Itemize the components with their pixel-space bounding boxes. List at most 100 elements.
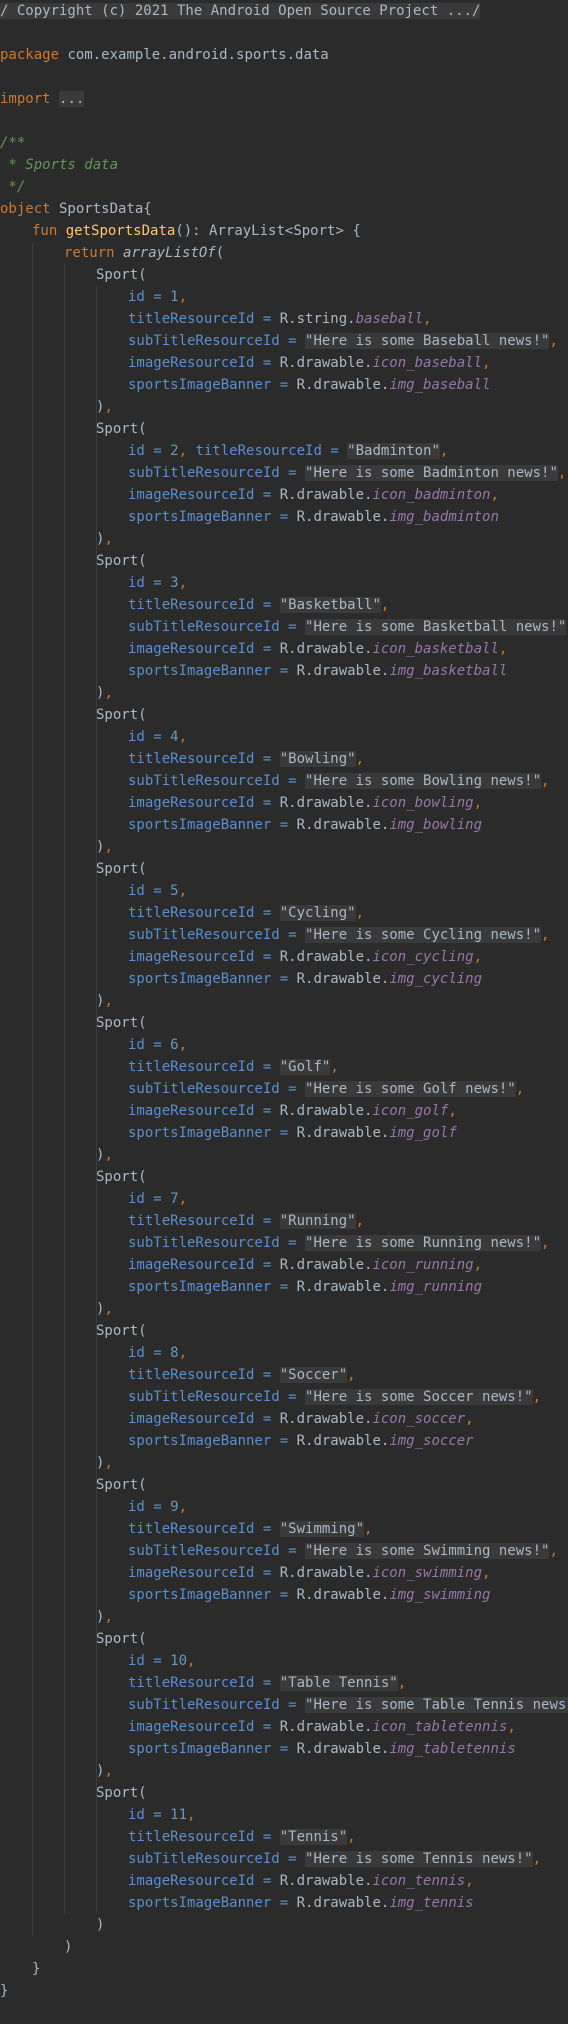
code-line[interactable]: titleResourceId = "Cycling", xyxy=(128,902,364,924)
code-line[interactable]: sportsImageBanner = R.drawable.img_cycli… xyxy=(128,968,482,990)
code-line[interactable]: titleResourceId = "Tennis", xyxy=(128,1826,356,1848)
code-line[interactable]: imageResourceId = R.drawable.icon_bowlin… xyxy=(128,792,482,814)
code-line[interactable]: } xyxy=(32,1958,40,1980)
code-token: "Here is some Golf news!" xyxy=(305,1081,516,1097)
code-line[interactable]: sportsImageBanner = R.drawable.img_bowli… xyxy=(128,814,482,836)
code-line[interactable]: imageResourceId = R.drawable.icon_tablet… xyxy=(128,1716,516,1738)
code-line[interactable]: id = 6, xyxy=(128,1034,187,1056)
code-line[interactable]: ), xyxy=(96,990,113,1012)
code-line[interactable]: titleResourceId = "Basketball", xyxy=(128,594,389,616)
code-line[interactable]: sportsImageBanner = R.drawable.img_badmi… xyxy=(128,506,499,528)
code-line[interactable]: object SportsData{ xyxy=(0,198,152,220)
code-line[interactable]: subTitleResourceId = "Here is some Bowli… xyxy=(128,770,549,792)
code-line[interactable]: ), xyxy=(96,396,113,418)
code-line[interactable]: imageResourceId = R.drawable.icon_swimmi… xyxy=(128,1562,490,1584)
code-line[interactable]: ), xyxy=(96,1606,113,1628)
code-line[interactable]: subTitleResourceId = "Here is some Baske… xyxy=(128,616,568,638)
code-line[interactable]: imageResourceId = R.drawable.icon_basket… xyxy=(128,638,507,660)
code-token: "Here is some Bowling news!" xyxy=(305,773,542,789)
code-line[interactable]: titleResourceId = "Swimming", xyxy=(128,1518,372,1540)
code-token: , xyxy=(397,1675,407,1691)
code-line[interactable]: Sport( xyxy=(96,1166,147,1188)
code-line[interactable]: Sport( xyxy=(96,858,147,880)
code-line[interactable]: sportsImageBanner = R.drawable.img_swimm… xyxy=(128,1584,490,1606)
code-token: titleResourceId xyxy=(128,1367,255,1383)
code-line[interactable]: subTitleResourceId = "Here is some Table… xyxy=(128,1694,568,1716)
code-line[interactable]: imageResourceId = R.drawable.icon_runnin… xyxy=(128,1254,482,1276)
code-line[interactable]: id = 7, xyxy=(128,1188,187,1210)
code-line[interactable]: Sport( xyxy=(96,418,147,440)
code-line[interactable]: package com.example.android.sports.data xyxy=(0,44,329,66)
code-editor[interactable]: / Copyright (c) 2021 The Android Open So… xyxy=(0,0,568,2024)
code-line[interactable]: ), xyxy=(96,836,113,858)
code-line[interactable]: sportsImageBanner = R.drawable.img_socce… xyxy=(128,1430,474,1452)
code-line[interactable]: imageResourceId = R.drawable.icon_soccer… xyxy=(128,1408,474,1430)
code-line[interactable]: id = 10, xyxy=(128,1650,195,1672)
code-line[interactable]: imageResourceId = R.drawable.icon_golf, xyxy=(128,1100,457,1122)
code-line[interactable]: subTitleResourceId = "Here is some Cycli… xyxy=(128,924,549,946)
code-line[interactable]: Sport( xyxy=(96,1628,147,1650)
code-line[interactable]: subTitleResourceId = "Here is some Golf … xyxy=(128,1078,524,1100)
code-line[interactable]: Sport( xyxy=(96,550,147,572)
code-line[interactable]: titleResourceId = "Soccer", xyxy=(128,1364,356,1386)
code-line[interactable]: id = 4, xyxy=(128,726,187,748)
code-line[interactable]: imageResourceId = R.drawable.icon_badmin… xyxy=(128,484,499,506)
code-line[interactable]: ), xyxy=(96,528,113,550)
code-line[interactable]: Sport( xyxy=(96,1320,147,1342)
code-token: icon_tabletennis xyxy=(372,1719,508,1735)
code-line[interactable]: subTitleResourceId = "Here is some Badmi… xyxy=(128,462,566,484)
code-line[interactable]: titleResourceId = "Table Tennis", xyxy=(128,1672,406,1694)
code-line[interactable]: titleResourceId = "Bowling", xyxy=(128,748,364,770)
code-line[interactable]: Sport( xyxy=(96,1474,147,1496)
code-token: sportsImageBanner xyxy=(128,1741,272,1757)
code-line[interactable]: imageResourceId = R.drawable.icon_baseba… xyxy=(128,352,490,374)
code-line[interactable]: subTitleResourceId = "Here is some Socce… xyxy=(128,1386,541,1408)
code-line[interactable]: titleResourceId = "Golf", xyxy=(128,1056,339,1078)
code-line[interactable]: Sport( xyxy=(96,264,147,286)
code-line[interactable]: imageResourceId = R.drawable.icon_cyclin… xyxy=(128,946,482,968)
code-line[interactable]: ), xyxy=(96,682,113,704)
code-line[interactable]: id = 2, titleResourceId = "Badminton", xyxy=(128,440,448,462)
code-line[interactable]: titleResourceId = R.string.baseball, xyxy=(128,308,431,330)
code-line[interactable]: id = 3, xyxy=(128,572,187,594)
code-line[interactable]: Sport( xyxy=(96,1012,147,1034)
code-line[interactable]: sportsImageBanner = R.drawable.img_tenni… xyxy=(128,1892,474,1914)
code-token: , xyxy=(355,905,365,921)
code-line[interactable]: sportsImageBanner = R.drawable.img_runni… xyxy=(128,1276,482,1298)
code-line[interactable]: id = 5, xyxy=(128,880,187,902)
code-token: "Here is some Soccer news!" xyxy=(305,1389,533,1405)
code-line[interactable]: Sport( xyxy=(96,1782,147,1804)
code-line[interactable]: /** xyxy=(0,132,25,154)
code-line[interactable]: id = 9, xyxy=(128,1496,187,1518)
code-token: icon_cycling xyxy=(372,949,474,965)
code-line[interactable]: Sport( xyxy=(96,704,147,726)
code-line[interactable]: sportsImageBanner = R.drawable.img_golf xyxy=(128,1122,457,1144)
code-line[interactable]: sportsImageBanner = R.drawable.img_baseb… xyxy=(128,374,490,396)
code-line[interactable]: return arrayListOf( xyxy=(64,242,224,264)
code-line[interactable]: import ... xyxy=(0,88,85,110)
code-line[interactable]: subTitleResourceId = "Here is some Runni… xyxy=(128,1232,549,1254)
code-line[interactable]: ) xyxy=(96,1914,104,1936)
code-line[interactable]: ), xyxy=(96,1144,113,1166)
code-line[interactable]: subTitleResourceId = "Here is some Baseb… xyxy=(128,330,558,352)
code-line[interactable]: id = 1, xyxy=(128,286,187,308)
code-token: com.example.android.sports.data xyxy=(59,47,329,63)
code-line[interactable]: id = 8, xyxy=(128,1342,187,1364)
code-line[interactable]: imageResourceId = R.drawable.icon_tennis… xyxy=(128,1870,474,1892)
code-line[interactable]: * Sports data xyxy=(0,154,118,176)
code-line[interactable]: ), xyxy=(96,1298,113,1320)
code-line[interactable]: ), xyxy=(96,1760,113,1782)
code-line[interactable]: sportsImageBanner = R.drawable.img_table… xyxy=(128,1738,516,1760)
code-line[interactable]: titleResourceId = "Running", xyxy=(128,1210,364,1232)
code-line[interactable]: / Copyright (c) 2021 The Android Open So… xyxy=(0,0,481,22)
code-line[interactable]: subTitleResourceId = "Here is some Tenni… xyxy=(128,1848,541,1870)
code-token: = xyxy=(254,1257,280,1273)
code-line[interactable]: fun getSportsData(): ArrayList<Sport> { xyxy=(32,220,361,242)
code-line[interactable]: ), xyxy=(96,1452,113,1474)
code-line[interactable]: subTitleResourceId = "Here is some Swimm… xyxy=(128,1540,558,1562)
code-line[interactable]: } xyxy=(0,1980,8,2002)
code-line[interactable]: */ xyxy=(0,176,25,198)
code-line[interactable]: id = 11, xyxy=(128,1804,195,1826)
code-line[interactable]: ) xyxy=(64,1936,72,1958)
code-line[interactable]: sportsImageBanner = R.drawable.img_baske… xyxy=(128,660,507,682)
